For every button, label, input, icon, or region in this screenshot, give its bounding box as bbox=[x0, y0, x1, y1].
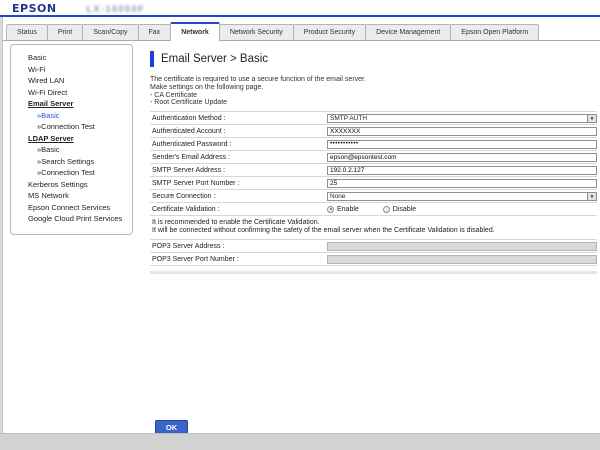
authentication-method-select[interactable]: SMTP AUTH ▼ bbox=[327, 114, 597, 123]
sidebar-item-email-server[interactable]: Email Server bbox=[11, 98, 132, 110]
pop3-server-port-number-label: POP3 Server Port Number : bbox=[150, 256, 327, 263]
tab-fax[interactable]: Fax bbox=[138, 24, 172, 40]
authenticated-account-input[interactable] bbox=[327, 127, 597, 136]
tab-device-management[interactable]: Device Management bbox=[365, 24, 451, 40]
smtp-server-address-label: SMTP Server Address : bbox=[150, 167, 327, 174]
form-row-secure-connection: Secure Connection : None ▼ bbox=[150, 190, 597, 203]
radio-unselected-icon bbox=[383, 206, 390, 213]
secure-connection-select[interactable]: None ▼ bbox=[327, 192, 597, 201]
tab-product-security[interactable]: Product Security bbox=[293, 24, 366, 40]
tab-bar: Status Print Scan/Copy Fax Network Netwo… bbox=[0, 17, 600, 41]
senders-email-address-label: Sender's Email Address : bbox=[150, 154, 327, 161]
intro-line: Make settings on the following page. bbox=[150, 84, 597, 92]
sidebar-item-basic[interactable]: Basic bbox=[11, 52, 132, 64]
certificate-validation-disable-radio[interactable]: Disable bbox=[383, 206, 416, 213]
intro-line: - Root Certificate Update bbox=[150, 99, 597, 107]
pop3-server-address-input bbox=[327, 242, 597, 251]
pop3-server-address-label: POP3 Server Address : bbox=[150, 243, 327, 250]
header: EPSON LX-10000F bbox=[0, 0, 600, 15]
tab-print[interactable]: Print bbox=[47, 24, 83, 40]
sidebar-nav: Basic Wi-Fi Wired LAN Wi-Fi Direct Email… bbox=[10, 44, 133, 235]
certificate-validation-note: It is recommended to enable the Certific… bbox=[150, 216, 597, 240]
main-panel: Email Server > Basic The certificate is … bbox=[150, 51, 597, 435]
sidebar-item-ldap-connection-test[interactable]: »Connection Test bbox=[11, 167, 132, 179]
form-row-authenticated-password: Authenticated Password : bbox=[150, 138, 597, 151]
printer-model-name: LX-10000F bbox=[87, 4, 146, 14]
radio-selected-icon bbox=[327, 206, 334, 213]
sidebar-item-google-cloud-print-services[interactable]: Google Cloud Print Services bbox=[11, 213, 132, 225]
page-title: Email Server > Basic bbox=[161, 53, 268, 65]
sidebar-item-wifi-direct[interactable]: Wi-Fi Direct bbox=[11, 87, 132, 99]
content-area: Basic Wi-Fi Wired LAN Wi-Fi Direct Email… bbox=[0, 41, 600, 435]
disable-radio-label: Disable bbox=[393, 206, 416, 213]
form-row-certificate-validation: Certificate Validation : Enable Disable bbox=[150, 203, 597, 216]
secure-connection-label: Secure Connection : bbox=[150, 193, 327, 200]
intro-line: The certificate is required to use a sec… bbox=[150, 76, 597, 84]
intro-text: The certificate is required to use a sec… bbox=[150, 76, 597, 107]
certificate-validation-enable-radio[interactable]: Enable bbox=[327, 206, 359, 213]
form-row-senders-email-address: Sender's Email Address : bbox=[150, 151, 597, 164]
authenticated-account-label: Authenticated Account : bbox=[150, 128, 327, 135]
authenticated-password-label: Authenticated Password : bbox=[150, 141, 327, 148]
form-row-pop3-server-port-number: POP3 Server Port Number : bbox=[150, 253, 597, 266]
sidebar-item-ms-network[interactable]: MS Network bbox=[11, 190, 132, 202]
page-bottom-strip bbox=[0, 433, 600, 450]
note-line: It will be connected without confirming … bbox=[152, 227, 597, 235]
form-row-smtp-server-address: SMTP Server Address : bbox=[150, 164, 597, 177]
note-line: It is recommended to enable the Certific… bbox=[152, 219, 597, 227]
title-accent-bar bbox=[150, 51, 154, 67]
page-left-margin bbox=[0, 17, 3, 433]
sidebar-item-email-server-connection-test[interactable]: »Connection Test bbox=[11, 121, 132, 133]
pop3-server-port-number-input bbox=[327, 255, 597, 264]
tab-network-security[interactable]: Network Security bbox=[219, 24, 294, 40]
sidebar-item-ldap-search-settings[interactable]: »Search Settings bbox=[11, 156, 132, 168]
chevron-down-icon[interactable]: ▼ bbox=[587, 115, 596, 122]
form-row-authentication-method: Authentication Method : SMTP AUTH ▼ bbox=[150, 112, 597, 125]
form-end-divider bbox=[150, 271, 597, 274]
sidebar-item-kerberos-settings[interactable]: Kerberos Settings bbox=[11, 179, 132, 191]
senders-email-address-input[interactable] bbox=[327, 153, 597, 162]
form-row-authenticated-account: Authenticated Account : bbox=[150, 125, 597, 138]
sidebar-item-wifi[interactable]: Wi-Fi bbox=[11, 64, 132, 76]
smtp-server-port-number-input[interactable] bbox=[327, 179, 597, 188]
smtp-server-port-number-label: SMTP Server Port Number : bbox=[150, 180, 327, 187]
smtp-server-address-input[interactable] bbox=[327, 166, 597, 175]
intro-line: - CA Certificate bbox=[150, 92, 597, 100]
secure-connection-value: None bbox=[328, 193, 587, 200]
tab-network[interactable]: Network bbox=[170, 22, 220, 41]
authenticated-password-input[interactable] bbox=[327, 140, 597, 149]
tab-scan-copy[interactable]: Scan/Copy bbox=[82, 24, 138, 40]
sidebar-item-wired-lan[interactable]: Wired LAN bbox=[11, 75, 132, 87]
sidebar-item-email-server-basic[interactable]: »Basic bbox=[11, 110, 132, 122]
sidebar-item-ldap-server[interactable]: LDAP Server bbox=[11, 133, 132, 145]
sidebar-item-epson-connect-services[interactable]: Epson Connect Services bbox=[11, 202, 132, 214]
tab-epson-open-platform[interactable]: Epson Open Platform bbox=[450, 24, 539, 40]
form-row-pop3-server-address: POP3 Server Address : bbox=[150, 240, 597, 253]
certificate-validation-label: Certificate Validation : bbox=[150, 206, 327, 213]
authentication-method-label: Authentication Method : bbox=[150, 115, 327, 122]
form-row-smtp-server-port-number: SMTP Server Port Number : bbox=[150, 177, 597, 190]
sidebar-item-ldap-basic[interactable]: »Basic bbox=[11, 144, 132, 156]
authentication-method-value: SMTP AUTH bbox=[328, 115, 587, 122]
chevron-down-icon[interactable]: ▼ bbox=[587, 193, 596, 200]
enable-radio-label: Enable bbox=[337, 206, 359, 213]
epson-logo: EPSON bbox=[12, 2, 57, 15]
tab-status[interactable]: Status bbox=[6, 24, 48, 40]
email-server-form: Authentication Method : SMTP AUTH ▼ Auth… bbox=[150, 111, 597, 266]
